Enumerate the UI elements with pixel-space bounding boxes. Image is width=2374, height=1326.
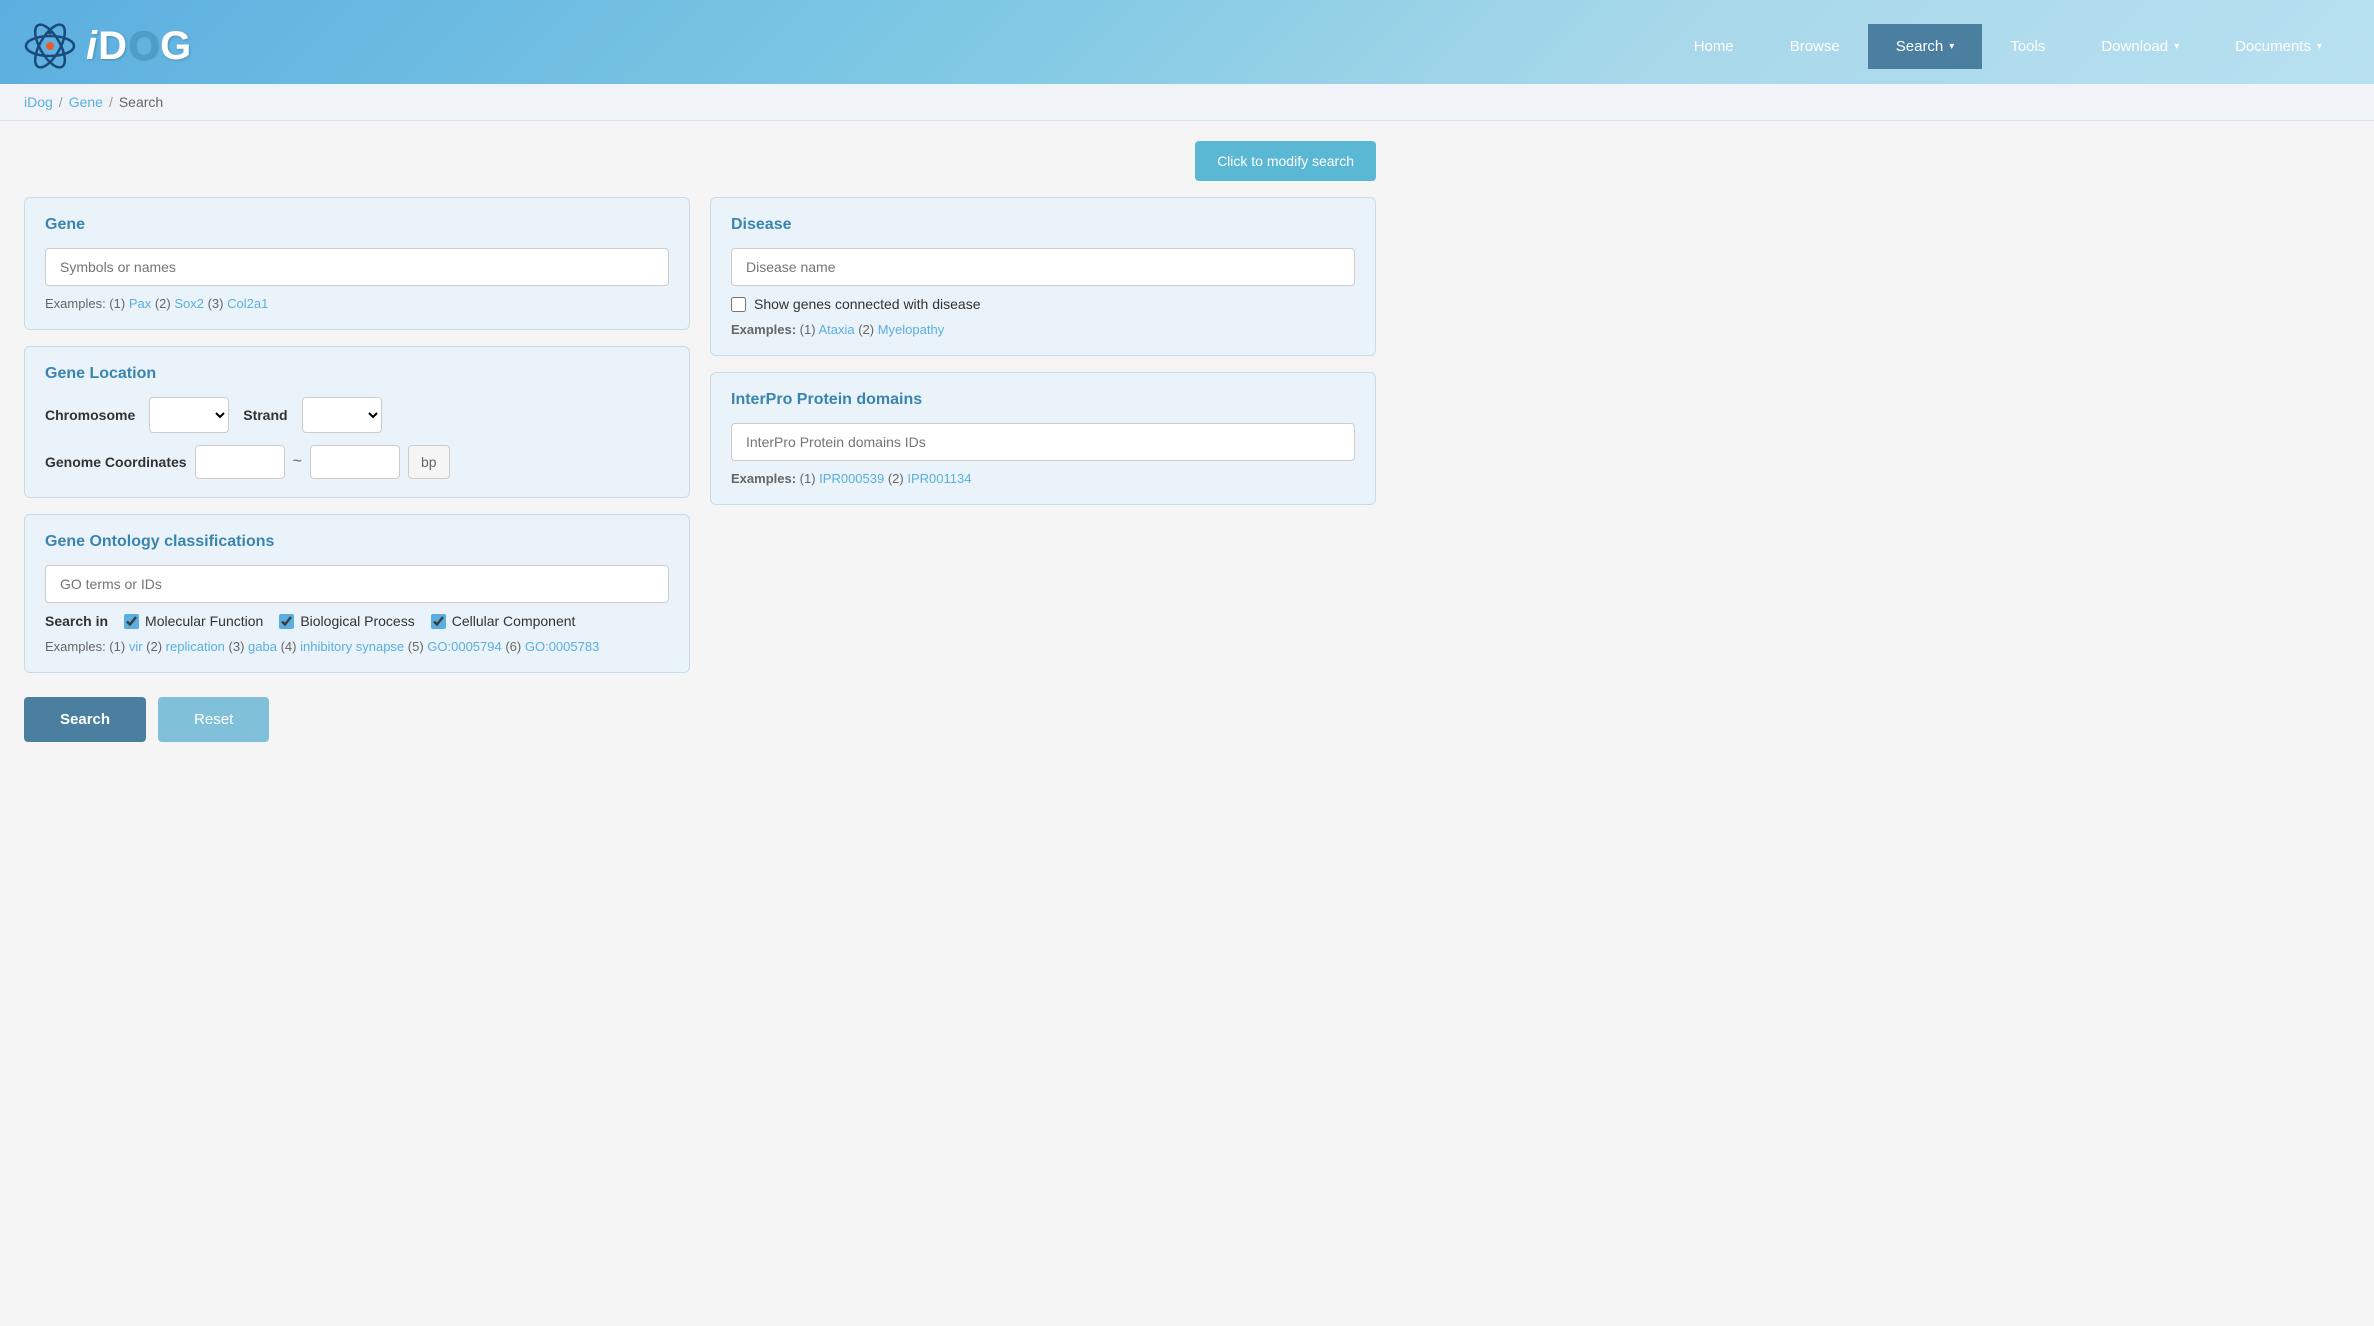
search-in-row: Search in Molecular Function Biological … xyxy=(45,613,669,629)
strand-select[interactable]: + - xyxy=(302,397,382,433)
chromosome-select[interactable]: 1 2 X xyxy=(149,397,229,433)
logo-area: iDOG xyxy=(24,20,192,72)
go-example-inhibitory-synapse[interactable]: inhibitory synapse xyxy=(300,639,404,654)
nav-bar: Home Browse Search ▾ Tools Download ▾ Do… xyxy=(1666,24,2350,69)
location-row: Chromosome 1 2 X Strand + - xyxy=(45,397,669,433)
search-button[interactable]: Search xyxy=(24,697,146,742)
left-panels: Gene Examples: (1) Pax (2) Sox2 (3) Col2… xyxy=(24,197,690,673)
tilde-symbol: ~ xyxy=(293,453,302,471)
interpro-input[interactable] xyxy=(731,423,1355,461)
coord-end-input[interactable] xyxy=(310,445,400,479)
gene-example-pax[interactable]: Pax xyxy=(129,296,151,311)
go-example-gaba[interactable]: gaba xyxy=(248,639,277,654)
biological-process-label: Biological Process xyxy=(300,613,414,629)
gene-ontology-panel: Gene Ontology classifications Search in … xyxy=(24,514,690,673)
coord-start-input[interactable] xyxy=(195,445,285,479)
nav-tools[interactable]: Tools xyxy=(1982,24,2073,69)
nav-home[interactable]: Home xyxy=(1666,24,1762,69)
documents-chevron: ▾ xyxy=(2317,41,2322,52)
chromosome-label: Chromosome xyxy=(45,407,135,423)
search-chevron: ▾ xyxy=(1949,41,1954,52)
disease-examples: Examples: (1) Ataxia (2) Myelopathy xyxy=(731,322,1355,337)
go-example-go0005783[interactable]: GO:0005783 xyxy=(525,639,599,654)
main-content: Click to modify search Gene Examples: (1… xyxy=(0,121,1400,762)
interpro-example-ipr001134[interactable]: IPR001134 xyxy=(907,471,971,486)
nav-download[interactable]: Download ▾ xyxy=(2073,24,2207,69)
interpro-panel: InterPro Protein domains Examples: (1) I… xyxy=(710,372,1376,505)
logo-icon xyxy=(24,20,76,72)
breadcrumb-sep-2: / xyxy=(109,94,113,110)
breadcrumb-idog[interactable]: iDog xyxy=(24,94,53,110)
download-chevron: ▾ xyxy=(2174,41,2179,52)
gene-ontology-title: Gene Ontology classifications xyxy=(45,533,669,551)
modify-btn-row: Click to modify search xyxy=(24,141,1376,181)
reset-button[interactable]: Reset xyxy=(158,697,269,742)
interpro-example-ipr000539[interactable]: IPR000539 xyxy=(819,471,884,486)
coords-row: Genome Coordinates ~ bp xyxy=(45,445,669,479)
biological-process-checkbox-label[interactable]: Biological Process xyxy=(279,613,414,629)
gene-examples: Examples: (1) Pax (2) Sox2 (3) Col2a1 xyxy=(45,296,669,311)
disease-example-myelopathy[interactable]: Myelopathy xyxy=(878,322,944,337)
disease-checkbox-row: Show genes connected with disease xyxy=(731,296,1355,312)
nav-documents[interactable]: Documents ▾ xyxy=(2207,24,2350,69)
show-disease-genes-checkbox[interactable] xyxy=(731,297,746,312)
right-panels: Disease Show genes connected with diseas… xyxy=(710,197,1376,505)
search-in-label: Search in xyxy=(45,613,108,629)
nav-search[interactable]: Search ▾ xyxy=(1868,24,1983,69)
breadcrumb-sep-1: / xyxy=(59,94,63,110)
genome-coords-label: Genome Coordinates xyxy=(45,454,187,470)
buttons-row: Search Reset xyxy=(24,697,1376,742)
panels-container: Gene Examples: (1) Pax (2) Sox2 (3) Col2… xyxy=(24,197,1376,673)
gene-location-title: Gene Location xyxy=(45,365,669,383)
biological-process-checkbox[interactable] xyxy=(279,614,294,629)
cellular-component-label: Cellular Component xyxy=(452,613,576,629)
go-example-replication[interactable]: replication xyxy=(166,639,225,654)
cellular-component-checkbox-label[interactable]: Cellular Component xyxy=(431,613,576,629)
cellular-component-checkbox[interactable] xyxy=(431,614,446,629)
header: iDOG Home Browse Search ▾ Tools Download… xyxy=(0,0,2374,84)
gene-example-col2a1[interactable]: Col2a1 xyxy=(227,296,268,311)
interpro-panel-title: InterPro Protein domains xyxy=(731,391,1355,409)
header-top: iDOG Home Browse Search ▾ Tools Download… xyxy=(0,12,2374,84)
molecular-function-checkbox[interactable] xyxy=(124,614,139,629)
bp-label: bp xyxy=(408,445,450,479)
gene-example-sox2[interactable]: Sox2 xyxy=(174,296,204,311)
logo-text: iDOG xyxy=(86,24,192,69)
breadcrumb-search: Search xyxy=(119,94,163,110)
interpro-examples: Examples: (1) IPR000539 (2) IPR001134 xyxy=(731,471,1355,486)
go-examples: Examples: (1) vir (2) replication (3) ga… xyxy=(45,639,669,654)
modify-search-button[interactable]: Click to modify search xyxy=(1195,141,1376,181)
go-example-vir[interactable]: vir xyxy=(129,639,143,654)
strand-label: Strand xyxy=(243,407,287,423)
disease-panel: Disease Show genes connected with diseas… xyxy=(710,197,1376,356)
molecular-function-checkbox-label[interactable]: Molecular Function xyxy=(124,613,263,629)
gene-location-panel: Gene Location Chromosome 1 2 X Strand + … xyxy=(24,346,690,498)
breadcrumb-gene[interactable]: Gene xyxy=(69,94,103,110)
go-example-go0005794[interactable]: GO:0005794 xyxy=(427,639,501,654)
go-input[interactable] xyxy=(45,565,669,603)
molecular-function-label: Molecular Function xyxy=(145,613,263,629)
disease-example-ataxia[interactable]: Ataxia xyxy=(818,322,854,337)
breadcrumb: iDog / Gene / Search xyxy=(0,84,2374,121)
disease-input[interactable] xyxy=(731,248,1355,286)
disease-panel-title: Disease xyxy=(731,216,1355,234)
gene-panel-title: Gene xyxy=(45,216,669,234)
nav-browse[interactable]: Browse xyxy=(1762,24,1868,69)
show-disease-genes-label[interactable]: Show genes connected with disease xyxy=(754,296,980,312)
gene-input[interactable] xyxy=(45,248,669,286)
gene-panel: Gene Examples: (1) Pax (2) Sox2 (3) Col2… xyxy=(24,197,690,330)
